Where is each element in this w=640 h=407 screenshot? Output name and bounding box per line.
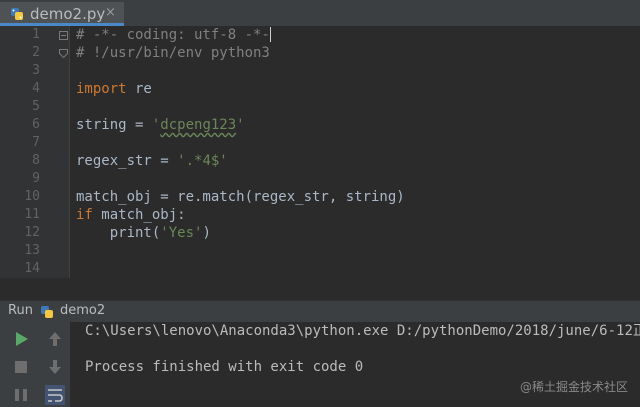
soft-wrap-icon[interactable] — [44, 384, 66, 406]
code-text: ) — [202, 225, 211, 241]
line-number: 12 — [24, 225, 40, 240]
keyword-text: import — [76, 81, 127, 97]
python-config-icon — [41, 306, 53, 318]
rerun-icon[interactable] — [10, 328, 32, 350]
line-number: 10 — [24, 189, 40, 204]
text-caret — [269, 27, 271, 42]
console-exit-message: Process finished with exit code 0 — [85, 359, 364, 375]
string-literal: 'Yes' — [160, 225, 203, 241]
run-panel-title[interactable]: Run — [8, 303, 33, 318]
code-text: re — [126, 81, 152, 97]
line-number: 11 — [24, 207, 40, 222]
string-literal: '.*4$' — [177, 153, 228, 169]
code-line-1: # -*- coding: utf-8 -*- — [76, 26, 271, 44]
code-text: string = — [76, 117, 152, 133]
line-number: 1 — [32, 27, 40, 42]
comment-text: # !/usr/bin/env python3 — [76, 45, 270, 61]
fold-marker-icon[interactable] — [59, 31, 68, 40]
code-line-2: # !/usr/bin/env python3 — [76, 44, 270, 62]
line-number: 3 — [32, 63, 40, 78]
line-number: 13 — [24, 243, 40, 258]
run-config-name[interactable]: demo2 — [60, 303, 105, 318]
code-editor[interactable]: # -*- coding: utf-8 -*- # !/usr/bin/env … — [70, 26, 640, 278]
console-command-line: C:\Users\lenovo\Anaconda3\python.exe D:/… — [85, 323, 640, 339]
line-number: 14 — [24, 261, 40, 276]
code-text: print( — [76, 225, 161, 241]
code-text: regex_str = — [76, 153, 178, 169]
line-number: 9 — [32, 171, 40, 186]
code-line-6: string = 'dcpeng123' — [76, 116, 245, 134]
comment-text: # -*- coding: utf-8 -*- — [76, 27, 270, 43]
string-literal: dcpeng123 — [160, 117, 237, 133]
file-tab-label: demo2.py — [30, 5, 106, 23]
run-toolbar — [0, 322, 70, 407]
line-number: 5 — [32, 99, 40, 114]
stop-icon[interactable] — [10, 356, 32, 378]
close-tab-icon[interactable]: × — [105, 5, 116, 20]
line-number: 8 — [32, 153, 40, 168]
down-arrow-icon[interactable] — [44, 356, 66, 378]
file-tab-demo2[interactable]: demo2.py × — [0, 2, 124, 26]
pause-icon[interactable] — [10, 384, 32, 406]
code-text: match_obj = re.match(regex_str, string) — [76, 189, 405, 205]
up-arrow-icon[interactable] — [44, 328, 66, 350]
line-number: 7 — [32, 135, 40, 150]
line-number: 2 — [32, 45, 40, 60]
code-line-12: print('Yes') — [76, 224, 211, 242]
line-number: 6 — [32, 117, 40, 132]
editor-empty-area — [0, 278, 640, 302]
run-tool-window-header: Run demo2 — [0, 300, 640, 322]
line-number: 4 — [32, 81, 40, 96]
string-quote: ' — [236, 117, 245, 133]
keyword-text: if — [76, 207, 93, 223]
fold-end-marker-icon[interactable] — [59, 49, 68, 58]
code-line-11: if match_obj: — [76, 206, 186, 224]
line-number-gutter: 1 2 3 4 5 6 7 8 9 10 11 12 13 14 — [0, 26, 70, 278]
code-text: match_obj: — [92, 207, 186, 223]
editor-tab-bar: demo2.py × — [0, 0, 640, 26]
code-line-4: import re — [76, 80, 152, 98]
code-line-10: match_obj = re.match(regex_str, string) — [76, 188, 405, 206]
watermark-text: @稀土掘金技术社区 — [519, 380, 628, 394]
code-line-8: regex_str = '.*4$' — [76, 152, 228, 170]
python-file-icon — [11, 8, 23, 20]
